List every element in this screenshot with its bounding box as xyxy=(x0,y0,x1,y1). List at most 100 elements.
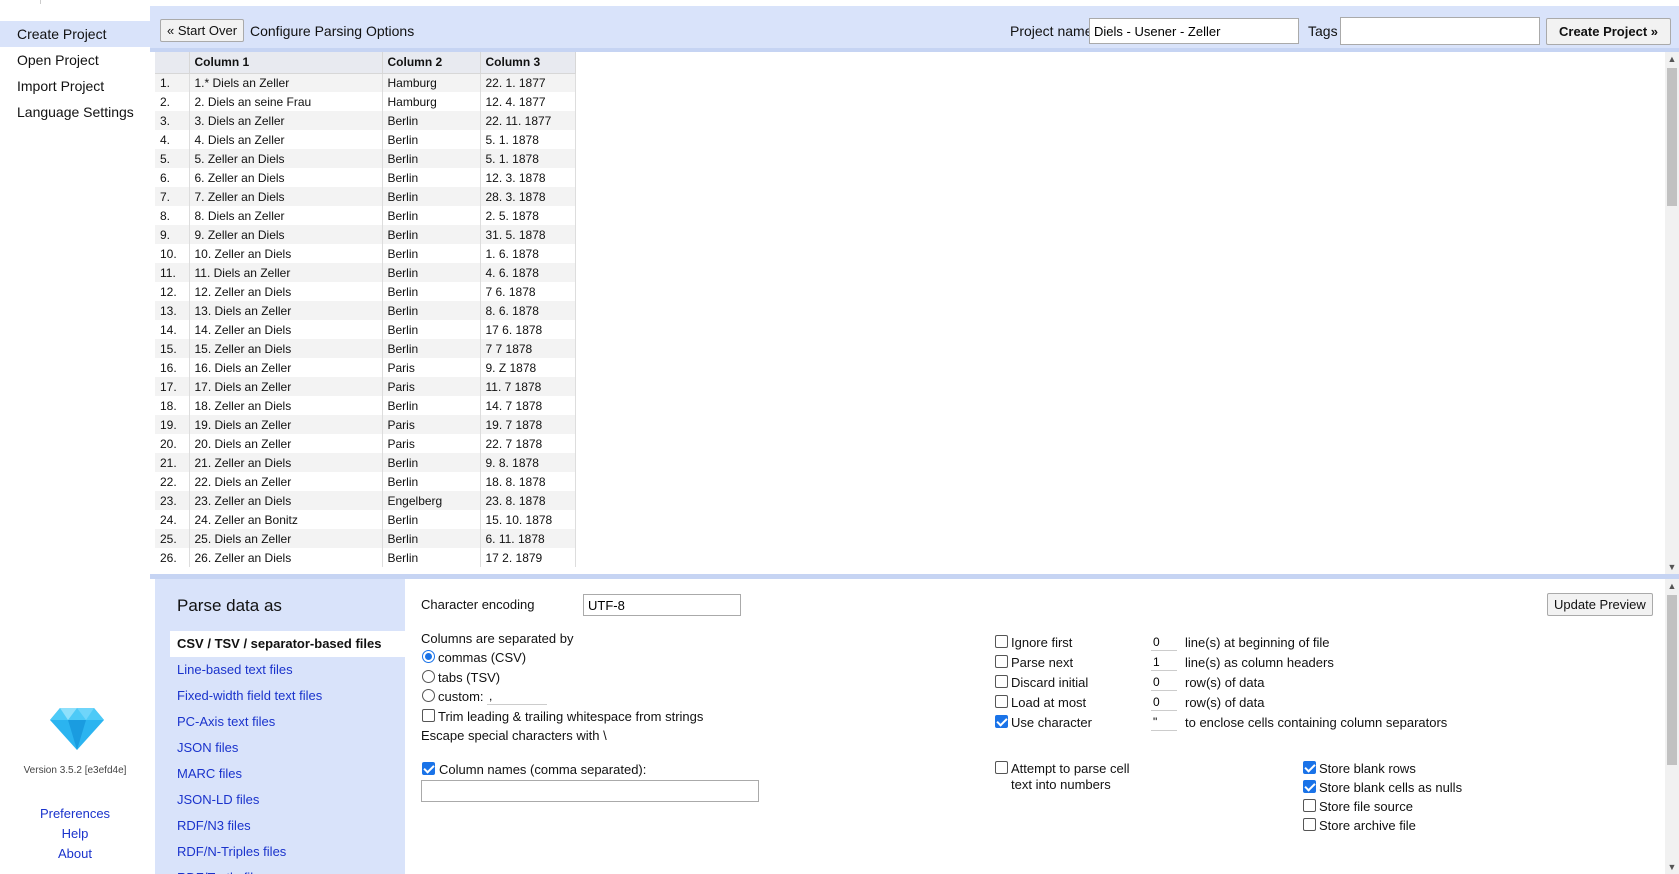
options-scrollbar[interactable]: ▲ ▼ xyxy=(1665,579,1679,874)
table-cell: 5. 1. 1878 xyxy=(480,149,576,168)
parse-next-checkbox[interactable] xyxy=(995,655,1008,668)
discard-initial-checkbox[interactable] xyxy=(995,675,1008,688)
discard-initial-suffix: row(s) of data xyxy=(1185,675,1265,690)
format-rdf-ntriples[interactable]: RDF/N-Triples files xyxy=(155,839,405,865)
table-row: 3. 3. Diels an Zeller Berlin 22. 11. 1877 xyxy=(155,111,576,130)
format-fixed-width[interactable]: Fixed-width field text files xyxy=(155,683,405,709)
table-cell: 12. 3. 1878 xyxy=(480,168,576,187)
table-cell: Berlin xyxy=(382,282,481,301)
format-line-based[interactable]: Line-based text files xyxy=(155,657,405,683)
header-bar: « Start Over Configure Parsing Options P… xyxy=(150,6,1679,52)
about-link[interactable]: About xyxy=(0,844,150,864)
scroll-down-icon[interactable]: ▼ xyxy=(1665,560,1679,574)
table-cell: 11. 7 1878 xyxy=(480,377,576,396)
parse-next-input[interactable] xyxy=(1151,653,1177,671)
table-row: 16. 16. Diels an Zeller Paris 9. Z 1878 xyxy=(155,358,576,377)
table-cell: 23. Zeller an Diels xyxy=(189,491,383,510)
row-index-cell: 21. xyxy=(155,453,190,472)
ignore-first-label: Ignore first xyxy=(1011,635,1073,650)
ignore-first-checkbox[interactable] xyxy=(995,635,1008,648)
column-names-input[interactable] xyxy=(421,780,759,802)
row-index-cell: 14. xyxy=(155,320,190,339)
sep-custom-label: custom: xyxy=(438,689,484,704)
tags-input[interactable] xyxy=(1340,17,1540,45)
format-rdf-turtle[interactable]: RDF/Turtle files xyxy=(155,865,405,874)
data-preview: Column 1 Column 2 Column 3 1. 1.* Diels a… xyxy=(155,52,1679,574)
attempt-parse-label: Attempt to parse cell xyxy=(1011,761,1130,776)
row-index-cell: 5. xyxy=(155,149,190,168)
attempt-parse-checkbox[interactable] xyxy=(995,761,1008,774)
table-cell: Berlin xyxy=(382,130,481,149)
row-index-cell: 17. xyxy=(155,377,190,396)
load-at-most-input[interactable] xyxy=(1151,693,1177,711)
encoding-input[interactable] xyxy=(583,594,741,616)
project-name-input[interactable] xyxy=(1089,18,1299,44)
format-csv[interactable]: CSV / TSV / separator-based files xyxy=(170,631,405,657)
table-cell: 9. Zeller an Diels xyxy=(189,225,383,244)
scroll-up-icon[interactable]: ▲ xyxy=(1665,52,1679,66)
load-at-most-checkbox[interactable] xyxy=(995,695,1008,708)
update-preview-button[interactable]: Update Preview xyxy=(1547,593,1653,616)
separated-by-label: Columns are separated by xyxy=(421,631,574,646)
sep-commas-radio[interactable] xyxy=(422,650,435,663)
use-character-label: Use character xyxy=(1011,715,1092,730)
nav-create-project[interactable]: Create Project xyxy=(0,21,150,47)
scroll-up-icon[interactable]: ▲ xyxy=(1665,579,1679,593)
scrollbar-thumb[interactable] xyxy=(1667,595,1677,765)
use-character-input[interactable] xyxy=(1151,713,1177,731)
load-at-most-suffix: row(s) of data xyxy=(1185,695,1265,710)
nav-import-project[interactable]: Import Project xyxy=(0,73,150,99)
table-cell: Berlin xyxy=(382,111,481,130)
table-cell: 2. Diels an seine Frau xyxy=(189,92,383,111)
row-index-cell: 7. xyxy=(155,187,190,206)
scrollbar-thumb[interactable] xyxy=(1667,68,1677,206)
nav-language-settings[interactable]: Language Settings xyxy=(0,99,150,125)
app-window: Create Project Open Project Import Proje… xyxy=(0,0,1679,874)
store-archive-file-label: Store archive file xyxy=(1319,818,1416,833)
sep-tabs-label: tabs (TSV) xyxy=(438,670,501,685)
table-cell: 17 2. 1879 xyxy=(480,548,576,567)
table-cell: 6. 11. 1878 xyxy=(480,529,576,548)
store-file-source-checkbox[interactable] xyxy=(1303,799,1316,812)
create-project-button[interactable]: Create Project » xyxy=(1546,18,1671,45)
project-name-label: Project name xyxy=(1010,23,1093,39)
sep-tabs-radio[interactable] xyxy=(422,670,435,683)
trim-checkbox[interactable] xyxy=(422,709,435,722)
table-cell: 14. Zeller an Diels xyxy=(189,320,383,339)
sep-custom-radio[interactable] xyxy=(422,689,435,702)
scroll-down-icon[interactable]: ▼ xyxy=(1665,860,1679,874)
table-cell: 26. Zeller an Diels xyxy=(189,548,383,567)
ignore-first-input[interactable] xyxy=(1151,633,1177,651)
preview-scrollbar[interactable]: ▲ ▼ xyxy=(1665,52,1679,574)
row-index-cell: 8. xyxy=(155,206,190,225)
use-character-checkbox[interactable] xyxy=(995,715,1008,728)
preferences-link[interactable]: Preferences xyxy=(0,804,150,824)
format-pc-axis[interactable]: PC-Axis text files xyxy=(155,709,405,735)
table-row: 13. 13. Diels an Zeller Berlin 8. 6. 1878 xyxy=(155,301,576,320)
column-names-checkbox[interactable] xyxy=(422,762,435,775)
start-over-button[interactable]: « Start Over xyxy=(160,19,245,42)
table-cell: 31. 5. 1878 xyxy=(480,225,576,244)
nav-open-project[interactable]: Open Project xyxy=(0,47,150,73)
row-index-cell: 12. xyxy=(155,282,190,301)
table-cell: 3. Diels an Zeller xyxy=(189,111,383,130)
table-row: 1. 1.* Diels an Zeller Hamburg 22. 1. 1877 xyxy=(155,73,576,92)
discard-initial-input[interactable] xyxy=(1151,673,1177,691)
table-cell: Berlin xyxy=(382,244,481,263)
top-divider xyxy=(40,0,41,4)
store-blank-rows-checkbox[interactable] xyxy=(1303,761,1316,774)
table-row: 19. 19. Diels an Zeller Paris 19. 7 1878 xyxy=(155,415,576,434)
table-cell: 6. Zeller an Diels xyxy=(189,168,383,187)
format-rdf-n3[interactable]: RDF/N3 files xyxy=(155,813,405,839)
store-archive-file-checkbox[interactable] xyxy=(1303,818,1316,831)
help-link[interactable]: Help xyxy=(0,824,150,844)
format-json[interactable]: JSON files xyxy=(155,735,405,761)
store-blank-nulls-checkbox[interactable] xyxy=(1303,780,1316,793)
table-row: 11. 11. Diels an Zeller Berlin 4. 6. 1878 xyxy=(155,263,576,282)
row-index-cell: 6. xyxy=(155,168,190,187)
custom-separator-input[interactable] xyxy=(487,687,547,705)
table-cell: 12. Zeller an Diels xyxy=(189,282,383,301)
format-json-ld[interactable]: JSON-LD files xyxy=(155,787,405,813)
format-marc[interactable]: MARC files xyxy=(155,761,405,787)
table-cell: 20. Diels an Zeller xyxy=(189,434,383,453)
